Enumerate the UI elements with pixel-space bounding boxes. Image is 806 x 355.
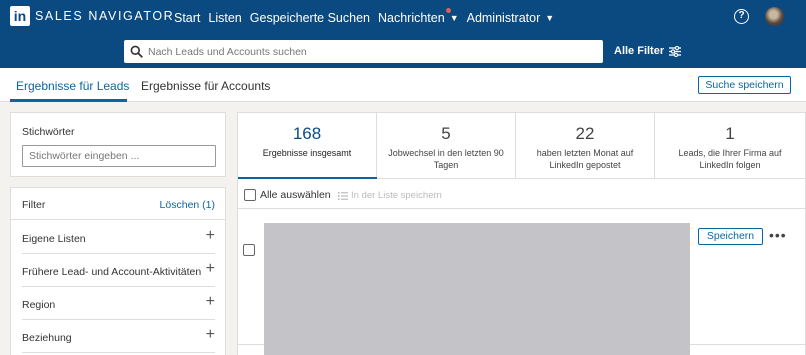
result-stats: 168 Ergebnisse insgesamt 5 Jobwechsel in… [238,113,805,179]
stat-number: 5 [441,124,451,143]
more-options-icon[interactable]: ••• [769,228,787,242]
help-icon[interactable]: ? [734,9,749,24]
search-bar-row: Alle Filter [0,35,806,68]
all-filters-button[interactable]: Alle Filter [614,45,682,57]
stat-total-results[interactable]: 168 Ergebnisse insgesamt [238,113,377,179]
stat-label: Ergebnisse insgesamt [262,148,352,158]
list-icon [338,191,348,200]
save-to-list-button: In der Liste speichern [338,190,442,201]
stat-number: 168 [292,124,322,143]
main-nav: Start Listen Gespeicherte Suchen Nachric… [174,0,562,35]
stat-label: Leads, die Ihrer Firma auf LinkedIn folg… [678,148,782,170]
save-search-button[interactable]: Suche speichern [698,76,791,94]
chevron-down-icon: ▼ [545,12,555,23]
nav-listen[interactable]: Listen [208,11,241,25]
logo-text: SALES NAVIGATOR [35,9,175,23]
lead-card-placeholder [264,223,690,355]
tab-leads[interactable]: Ergebnisse für Leads [16,79,129,93]
active-tab-indicator [10,99,127,102]
plus-icon[interactable]: + [206,227,215,245]
search-input[interactable] [148,45,588,58]
list-item: Speichern ••• [238,210,805,355]
filter-item-own-lists[interactable]: Eigene Listen + [22,221,215,254]
plus-icon[interactable]: + [206,293,215,311]
nav-messages[interactable]: Nachrichten ▼ [377,7,459,25]
nav-administrator-label: Administrator [466,10,541,25]
stat-job-changes[interactable]: 5 Jobwechsel in den letzten 90 Tagen [377,113,516,179]
select-all-label[interactable]: Alle auswählen [260,189,331,201]
keywords-panel: Stichwörter [10,112,226,177]
nav-administrator[interactable]: Administrator ▼ [467,11,555,25]
plus-icon[interactable]: + [206,326,215,344]
all-filters-label: Alle Filter [614,45,665,57]
sliders-icon [669,45,682,57]
stat-label: haben letzten Monat auf LinkedIn geposte… [536,148,634,170]
tab-accounts[interactable]: Ergebnisse für Accounts [141,79,270,93]
results-tabs-bar: Ergebnisse für Leads Ergebnisse für Acco… [0,68,806,102]
select-all-checkbox[interactable] [244,189,256,201]
notification-dot-icon [445,7,451,13]
nav-saved-searches[interactable]: Gespeicherte Suchen [250,11,370,25]
filter-item-region[interactable]: Region + [22,287,215,320]
filter-item-relationship[interactable]: Beziehung + [22,320,215,353]
top-navigation-bar: in SALES NAVIGATOR Start Listen Gespeich… [0,0,806,35]
nav-messages-label: Nachrichten [377,10,445,25]
filter-header: Filter Löschen (1) [11,188,225,220]
filter-title: Filter [22,199,46,211]
linkedin-logo-icon: in [10,6,30,26]
stat-number: 1 [725,124,735,143]
save-to-list-label: In der Liste speichern [351,190,442,201]
filter-item-label: Beziehung [22,332,72,344]
results-panel: 168 Ergebnisse insgesamt 5 Jobwechsel in… [237,112,806,355]
search-icon [130,45,143,58]
avatar[interactable] [765,7,784,26]
nav-start[interactable]: Start [174,11,200,25]
lead-checkbox[interactable] [243,244,255,256]
filter-item-label: Eigene Listen [22,233,86,245]
filter-item-label: Region [22,299,56,311]
plus-icon[interactable]: + [206,260,215,278]
stat-number: 22 [575,124,595,143]
sales-navigator-logo[interactable]: in SALES NAVIGATOR [10,6,174,26]
filter-panel: Filter Löschen (1) Eigene Listen + Frühe… [10,187,226,355]
select-bar: Alle auswählen In der Liste speichern [238,180,805,209]
clear-filters-link[interactable]: Löschen (1) [160,199,215,211]
filter-item-past-activities[interactable]: Frühere Lead- und Account-Aktivitäten + [22,254,215,287]
keywords-title: Stichwörter [22,126,75,138]
stat-following-company[interactable]: 1 Leads, die Ihrer Firma auf LinkedIn fo… [655,113,805,179]
save-lead-button[interactable]: Speichern [698,228,763,245]
chevron-down-icon: ▼ [449,12,459,23]
filter-item-label: Frühere Lead- und Account-Aktivitäten [22,266,202,278]
active-stat-indicator [238,177,377,179]
global-search[interactable] [124,40,603,63]
keywords-input[interactable] [22,145,216,167]
stat-posted-on-linkedin[interactable]: 22 haben letzten Monat auf LinkedIn gepo… [516,113,655,179]
stat-label: Jobwechsel in den letzten 90 Tagen [388,148,504,170]
